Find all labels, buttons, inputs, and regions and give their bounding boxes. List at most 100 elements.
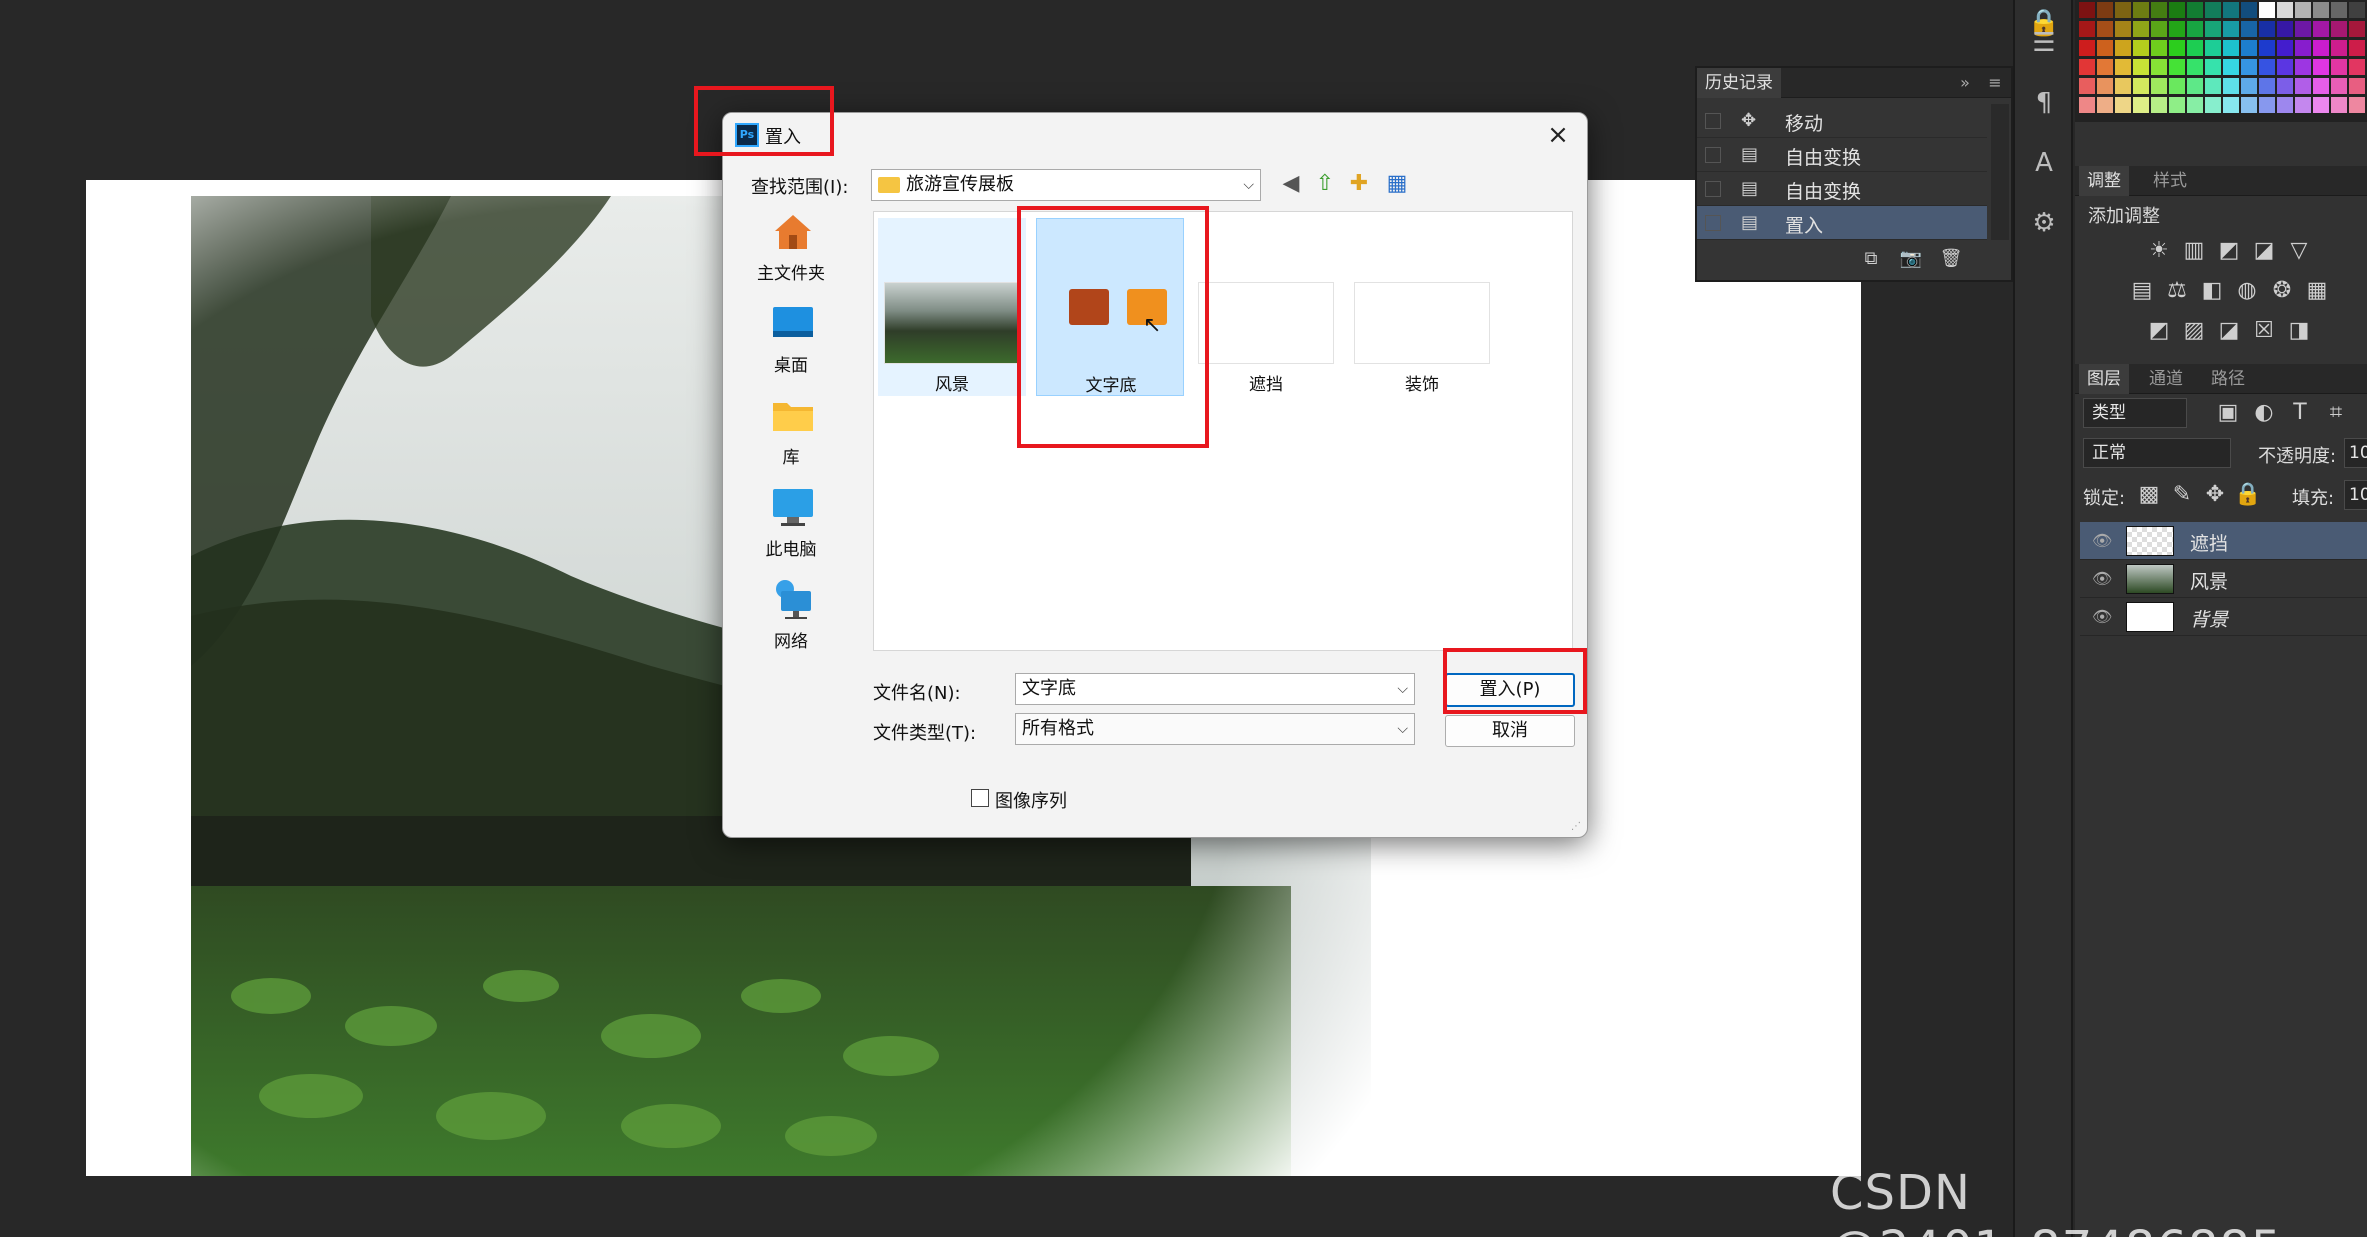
color-swatch[interactable]	[2331, 59, 2347, 75]
place-home[interactable]: 主文件夹	[735, 209, 847, 295]
clone-source-icon[interactable]: ⚙	[2023, 202, 2065, 244]
history-brush-source-checkbox[interactable]	[1705, 147, 1721, 163]
color-swatch[interactable]	[2115, 78, 2131, 94]
color-swatch[interactable]	[2223, 21, 2239, 37]
color-swatch[interactable]	[2223, 78, 2239, 94]
curves-icon[interactable]: ◩	[2215, 238, 2243, 264]
color-swatch[interactable]	[2205, 21, 2221, 37]
cancel-button[interactable]: 取消	[1445, 715, 1575, 747]
dialog-titlebar[interactable]: Ps 置入 ×	[723, 113, 1587, 159]
layer-row[interactable]: 👁 背景	[2080, 598, 2367, 636]
color-swatch[interactable]	[2313, 2, 2329, 18]
back-arrow-icon[interactable]: ◀	[1277, 171, 1305, 197]
color-swatch[interactable]	[2349, 2, 2365, 18]
color-swatch[interactable]	[2223, 97, 2239, 113]
color-swatch[interactable]	[2295, 21, 2311, 37]
color-swatch[interactable]	[2169, 97, 2185, 113]
swatches-panel[interactable]	[2075, 0, 2367, 122]
color-swatch[interactable]	[2151, 59, 2167, 75]
view-menu-icon[interactable]: ▦	[1383, 171, 1411, 197]
color-swatch[interactable]	[2187, 59, 2203, 75]
exposure-icon[interactable]: ◪	[2250, 238, 2278, 264]
tab-paths[interactable]: 路径	[2203, 364, 2253, 394]
color-swatch[interactable]	[2097, 59, 2113, 75]
color-swatch[interactable]	[2223, 59, 2239, 75]
history-item[interactable]: ▤ 自由变换	[1697, 172, 1987, 206]
color-balance-icon[interactable]: ⚖	[2163, 278, 2191, 304]
color-swatch[interactable]	[2331, 97, 2347, 113]
color-swatch[interactable]	[2259, 21, 2275, 37]
color-swatch[interactable]	[2241, 97, 2257, 113]
visibility-eye-icon[interactable]: 👁	[2092, 531, 2112, 551]
history-item[interactable]: ✥ 移动	[1697, 104, 1987, 138]
color-swatch[interactable]	[2079, 59, 2095, 75]
color-swatch[interactable]	[2097, 40, 2113, 56]
color-swatch[interactable]	[2277, 78, 2293, 94]
color-swatch[interactable]	[2097, 2, 2113, 18]
color-swatch[interactable]	[2205, 59, 2221, 75]
fill-input[interactable]: 10	[2344, 480, 2367, 510]
color-swatch[interactable]	[2169, 59, 2185, 75]
color-swatch[interactable]	[2169, 2, 2185, 18]
filter-type-icon[interactable]: T	[2286, 400, 2314, 426]
opacity-input[interactable]: 10	[2344, 438, 2367, 468]
new-document-from-state-icon[interactable]: ⧉	[1857, 246, 1885, 272]
tab-layers[interactable]: 图层	[2079, 364, 2129, 394]
image-sequence-checkbox[interactable]	[971, 789, 989, 807]
photo-filter-icon[interactable]: ◍	[2233, 278, 2261, 304]
threshold-icon[interactable]: ◪	[2215, 318, 2243, 344]
snapshot-camera-icon[interactable]: 📷	[1897, 246, 1925, 272]
color-swatch[interactable]	[2151, 78, 2167, 94]
color-swatch[interactable]	[2205, 2, 2221, 18]
color-swatch[interactable]	[2115, 59, 2131, 75]
color-swatch[interactable]	[2241, 59, 2257, 75]
paragraph-icon[interactable]: ¶	[2023, 82, 2065, 124]
color-swatch[interactable]	[2277, 2, 2293, 18]
color-swatch[interactable]	[2151, 40, 2167, 56]
color-swatch[interactable]	[2169, 21, 2185, 37]
filter-pixel-icon[interactable]: ▣	[2214, 400, 2242, 426]
color-swatch[interactable]	[2169, 40, 2185, 56]
resize-grip-icon[interactable]: ⋰	[1571, 821, 1583, 833]
black-white-icon[interactable]: ◧	[2198, 278, 2226, 304]
history-item-selected[interactable]: ▤ 置入	[1697, 206, 1987, 240]
collapse-icon[interactable]: »	[1951, 70, 1979, 96]
place-network[interactable]: 网络	[735, 577, 847, 663]
panel-menu-icon[interactable]: ≡	[1981, 70, 2009, 96]
filter-shape-icon[interactable]: ⌗	[2322, 400, 2350, 426]
look-in-combo[interactable]: 旅游宣传展板 ⌵	[871, 169, 1261, 201]
color-swatch[interactable]	[2349, 78, 2365, 94]
selective-color-icon[interactable]: ◨	[2285, 318, 2313, 344]
color-swatch[interactable]	[2097, 21, 2113, 37]
filter-adjustment-icon[interactable]: ◐	[2250, 400, 2278, 426]
tab-styles[interactable]: 样式	[2145, 166, 2195, 196]
color-swatch[interactable]	[2133, 2, 2149, 18]
color-swatch[interactable]	[2241, 40, 2257, 56]
layer-row[interactable]: 👁 遮挡	[2080, 522, 2367, 560]
color-swatch[interactable]	[2133, 78, 2149, 94]
color-swatch[interactable]	[2241, 2, 2257, 18]
color-swatch[interactable]	[2295, 78, 2311, 94]
color-swatch[interactable]	[2079, 97, 2095, 113]
color-swatch[interactable]	[2313, 40, 2329, 56]
color-swatch[interactable]	[2259, 40, 2275, 56]
color-swatch[interactable]	[2313, 78, 2329, 94]
color-swatch[interactable]	[2079, 40, 2095, 56]
color-swatch[interactable]	[2241, 21, 2257, 37]
levels-icon[interactable]: ▥	[2180, 238, 2208, 264]
color-swatch[interactable]	[2115, 21, 2131, 37]
brightness-icon[interactable]: ☀	[2145, 238, 2173, 264]
color-swatch[interactable]	[2187, 78, 2203, 94]
history-scrollbar[interactable]	[1991, 104, 2009, 240]
color-swatch[interactable]	[2115, 40, 2131, 56]
color-swatch[interactable]	[2277, 21, 2293, 37]
tab-channels[interactable]: 通道	[2141, 364, 2191, 394]
color-swatch[interactable]	[2331, 40, 2347, 56]
gradient-map-icon[interactable]: ☒	[2250, 318, 2278, 344]
color-swatch[interactable]	[2277, 59, 2293, 75]
color-swatch[interactable]	[2295, 40, 2311, 56]
color-swatch[interactable]	[2115, 97, 2131, 113]
color-swatch[interactable]	[2331, 21, 2347, 37]
color-swatch[interactable]	[2133, 59, 2149, 75]
color-swatch[interactable]	[2349, 40, 2365, 56]
